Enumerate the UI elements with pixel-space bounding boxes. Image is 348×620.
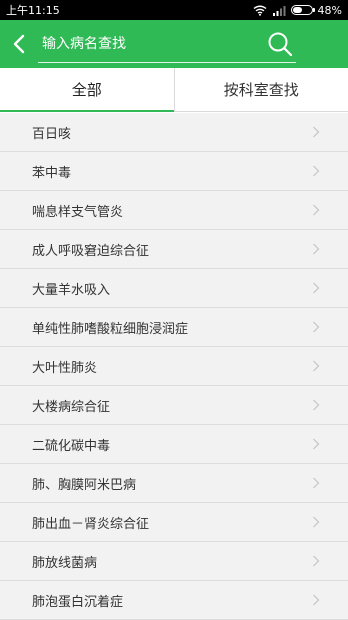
chevron-right-icon bbox=[313, 594, 320, 606]
disease-name: 二硫化碳中毒 bbox=[32, 438, 111, 454]
disease-name: 肺泡蛋白沉着症 bbox=[32, 594, 124, 610]
disease-name: 肺、胸膜阿米巴病 bbox=[32, 477, 137, 493]
disease-name: 苯中毒 bbox=[32, 165, 72, 181]
search-input[interactable] bbox=[38, 35, 258, 52]
disease-name: 肺出血－肾炎综合征 bbox=[32, 516, 150, 532]
chevron-right-icon bbox=[313, 477, 320, 489]
disease-list-item[interactable]: 单纯性肺嗜酸粒细胞浸润症 bbox=[0, 308, 348, 347]
search-icon[interactable] bbox=[266, 30, 294, 58]
tab-bar: 全部 按科室查找 bbox=[0, 68, 348, 112]
disease-list-item[interactable]: 大叶性肺炎 bbox=[0, 347, 348, 386]
disease-list-item[interactable]: 肺、胸膜阿米巴病 bbox=[0, 464, 348, 503]
back-button[interactable] bbox=[0, 20, 38, 68]
tab-by-department[interactable]: 按科室查找 bbox=[175, 68, 348, 111]
disease-list: 百日咳苯中毒喘息样支气管炎成人呼吸窘迫综合征 大量羊水吸入单纯性肺嗜酸粒细胞浸润症… bbox=[0, 113, 348, 620]
chevron-right-icon bbox=[313, 243, 320, 255]
status-time: 上午11:15 bbox=[6, 4, 60, 17]
signal-icon bbox=[272, 5, 286, 16]
disease-name: 成人呼吸窘迫综合征 bbox=[32, 243, 150, 259]
chevron-right-icon bbox=[313, 282, 320, 294]
chevron-right-icon bbox=[313, 399, 320, 411]
search-box bbox=[38, 25, 296, 63]
disease-list-item[interactable]: 喘息样支气管炎 bbox=[0, 191, 348, 230]
battery-percent: 48% bbox=[317, 3, 342, 17]
disease-list-item[interactable]: 肺泡蛋白沉着症 bbox=[0, 581, 348, 620]
status-icons: 48% bbox=[253, 4, 342, 17]
disease-name: 单纯性肺嗜酸粒细胞浸润症 bbox=[32, 321, 189, 337]
disease-name: 大量羊水吸入 bbox=[32, 282, 111, 298]
chevron-right-icon bbox=[313, 165, 320, 177]
chevron-right-icon bbox=[313, 360, 320, 372]
disease-list-item[interactable]: 百日咳 bbox=[0, 113, 348, 152]
disease-list-item[interactable]: 二硫化碳中毒 bbox=[0, 425, 348, 464]
disease-list-item[interactable]: 大楼病综合征 bbox=[0, 386, 348, 425]
chevron-right-icon bbox=[313, 126, 320, 138]
disease-list-item[interactable]: 肺放线菌病 bbox=[0, 542, 348, 581]
disease-name: 大楼病综合征 bbox=[32, 399, 111, 415]
chevron-right-icon bbox=[313, 438, 320, 450]
disease-list-item[interactable]: 苯中毒 bbox=[0, 152, 348, 191]
disease-list-item[interactable]: 肺出血－肾炎综合征 bbox=[0, 503, 348, 542]
disease-list-item[interactable]: 成人呼吸窘迫综合征 bbox=[0, 230, 348, 269]
chevron-right-icon bbox=[313, 321, 320, 333]
search-header bbox=[0, 20, 348, 68]
battery-level bbox=[292, 7, 302, 13]
battery-icon bbox=[290, 5, 315, 15]
disease-name: 大叶性肺炎 bbox=[32, 360, 98, 376]
chevron-right-icon bbox=[313, 516, 320, 528]
chevron-right-icon bbox=[313, 204, 320, 216]
disease-name: 肺放线菌病 bbox=[32, 555, 98, 571]
disease-list-item[interactable]: 大量羊水吸入 bbox=[0, 269, 348, 308]
status-bar: 上午11:15 48% bbox=[0, 0, 348, 20]
disease-name: 喘息样支气管炎 bbox=[32, 204, 124, 220]
disease-name: 百日咳 bbox=[32, 126, 72, 142]
wifi-icon bbox=[253, 5, 266, 16]
chevron-right-icon bbox=[313, 555, 320, 567]
tab-all[interactable]: 全部 bbox=[0, 68, 175, 112]
chevron-left-icon bbox=[13, 34, 25, 54]
